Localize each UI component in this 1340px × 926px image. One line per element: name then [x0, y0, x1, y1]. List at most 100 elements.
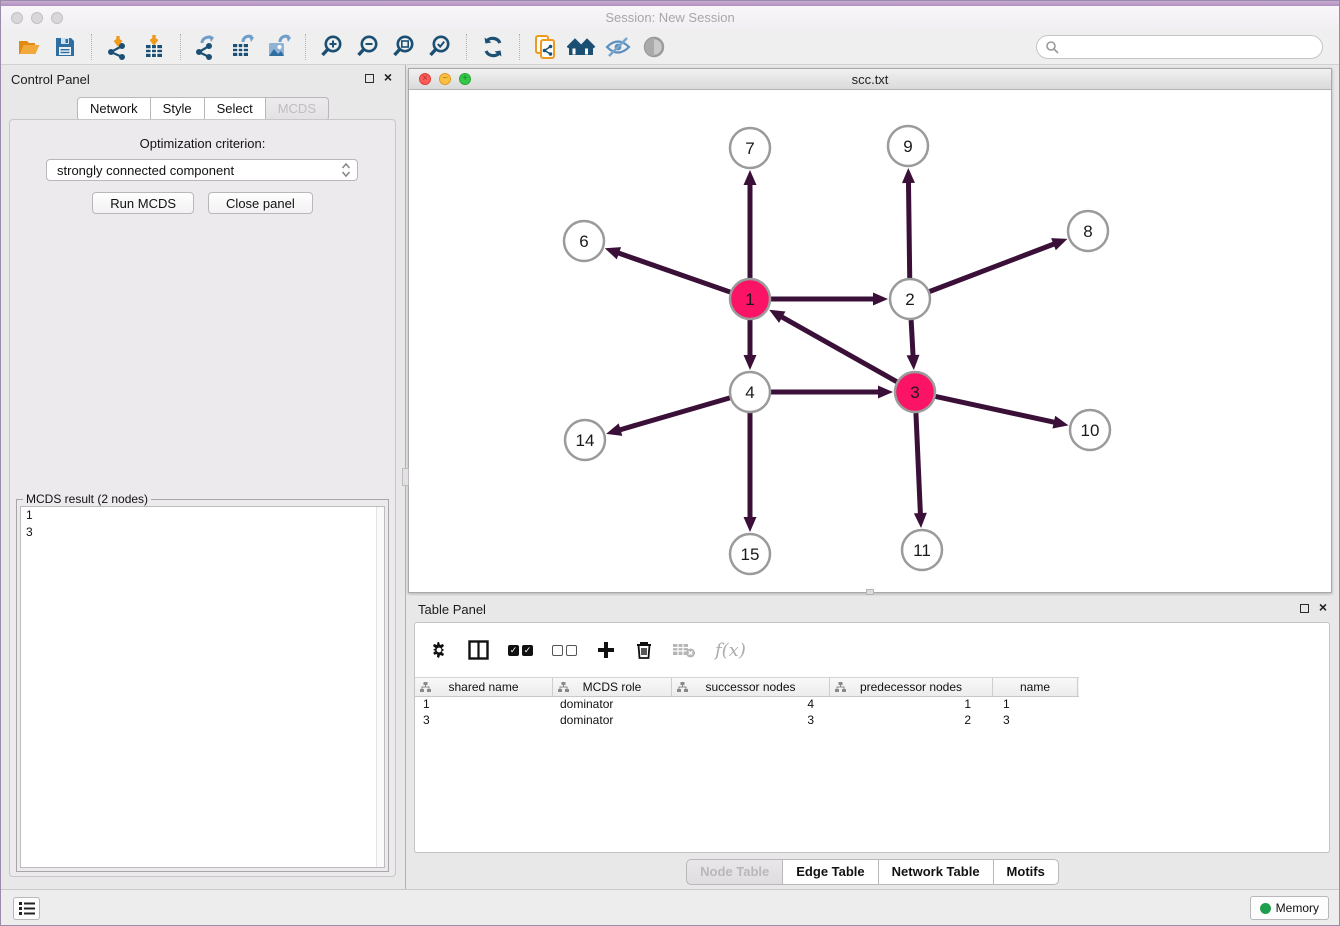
network-view-window[interactable]: scc.txt 7968124314101511 — [408, 68, 1332, 593]
graph-edge-arrow — [744, 355, 757, 370]
delete-row-icon[interactable] — [635, 637, 653, 663]
close-table-panel-icon[interactable]: × — [1319, 599, 1327, 615]
graph-edge-3-11[interactable] — [916, 413, 921, 515]
network-close-button[interactable] — [419, 73, 431, 85]
column-header-predecessor-nodes[interactable]: predecessor nodes — [830, 678, 993, 696]
tab-style[interactable]: Style — [151, 97, 205, 121]
cell-name[interactable]: 1 — [993, 697, 1078, 713]
open-file-icon[interactable] — [14, 32, 44, 62]
copy-network-icon[interactable] — [531, 32, 561, 62]
export-table-icon[interactable] — [228, 32, 258, 62]
tab-motifs[interactable]: Motifs — [994, 859, 1059, 885]
show-all-icon[interactable] — [639, 32, 669, 62]
close-window-button[interactable] — [11, 12, 23, 24]
graph-edge-4-14[interactable] — [619, 398, 730, 430]
main-titlebar: Session: New Session — [1, 6, 1339, 29]
search-field[interactable] — [1036, 35, 1323, 59]
toolbar-separator — [305, 34, 306, 60]
zoom-out-icon[interactable] — [353, 32, 383, 62]
graph-node-label: 3 — [910, 383, 919, 402]
list-icon — [19, 902, 35, 915]
close-panel-icon[interactable]: × — [384, 69, 392, 85]
column-header-successor-nodes[interactable]: successor nodes — [672, 678, 830, 696]
table-settings-icon[interactable] — [429, 637, 449, 663]
import-network-icon[interactable] — [103, 32, 133, 62]
select-all-icon[interactable]: ✓✓ — [508, 637, 533, 663]
graph-node-label: 8 — [1083, 222, 1092, 241]
cell-mcds-role[interactable]: dominator — [553, 697, 672, 713]
network-canvas[interactable]: 7968124314101511 — [409, 90, 1331, 592]
search-icon — [1045, 40, 1059, 54]
graph-edge-arrow — [1051, 238, 1067, 250]
cell-shared-name[interactable]: 1 — [415, 697, 553, 713]
network-splitter-handle[interactable] — [866, 589, 874, 595]
graph-node-label: 2 — [905, 290, 914, 309]
tab-select[interactable]: Select — [205, 97, 266, 121]
tab-network-table[interactable]: Network Table — [879, 859, 994, 885]
optimization-criterion-label: Optimization criterion: — [10, 136, 395, 151]
zoom-selected-icon[interactable] — [425, 32, 455, 62]
cell-successor-nodes[interactable]: 4 — [672, 697, 830, 713]
hide-selected-icon[interactable] — [603, 32, 633, 62]
close-panel-button[interactable]: Close panel — [208, 192, 313, 214]
graph-edge-1-6[interactable] — [617, 253, 730, 293]
table-panel: Table Panel × ✓✓ — [406, 596, 1339, 889]
table-panel-tabs: Node Table Edge Table Network Table Moti… — [406, 859, 1339, 885]
tab-edge-table[interactable]: Edge Table — [783, 859, 878, 885]
task-history-button[interactable] — [13, 897, 40, 920]
cell-shared-name[interactable]: 3 — [415, 713, 553, 729]
search-input[interactable] — [1064, 40, 1314, 54]
float-panel-icon[interactable] — [365, 74, 374, 83]
network-minimize-button[interactable] — [439, 73, 451, 85]
delete-table-icon[interactable] — [672, 637, 696, 663]
save-session-icon[interactable] — [50, 32, 80, 62]
export-network-icon[interactable] — [192, 32, 222, 62]
control-panel-title: Control Panel — [11, 72, 90, 87]
workspace-area: scc.txt 7968124314101511 Table Panel × — [406, 65, 1339, 889]
criterion-dropdown[interactable]: strongly connected component — [46, 159, 358, 181]
float-table-panel-icon[interactable] — [1300, 604, 1309, 613]
panel-splitter-handle[interactable] — [402, 468, 409, 486]
zoom-fit-icon[interactable] — [389, 32, 419, 62]
tab-network[interactable]: Network — [77, 97, 151, 121]
column-header-shared-name[interactable]: shared name — [415, 678, 553, 696]
cell-successor-nodes[interactable]: 3 — [672, 713, 830, 729]
minimize-window-button[interactable] — [31, 12, 43, 24]
network-maximize-button[interactable] — [459, 73, 471, 85]
node-table-container: ✓✓ f(x) — [414, 622, 1330, 853]
deselect-all-icon[interactable] — [552, 637, 577, 663]
memory-button[interactable]: Memory — [1250, 896, 1329, 920]
cell-mcds-role[interactable]: dominator — [553, 713, 672, 729]
zoom-in-icon[interactable] — [317, 32, 347, 62]
graph-edge-2-8[interactable] — [930, 243, 1056, 291]
network-window-titlebar[interactable]: scc.txt — [409, 69, 1331, 90]
graph-node-label: 14 — [576, 431, 595, 450]
cell-name[interactable]: 3 — [993, 713, 1078, 729]
first-neighbors-icon[interactable] — [567, 32, 597, 62]
column-header-mcds-role[interactable]: MCDS role — [553, 678, 672, 696]
tab-node-table[interactable]: Node Table — [686, 859, 783, 885]
graph-edge-arrow — [1052, 416, 1068, 429]
column-header-name[interactable]: name — [993, 678, 1078, 696]
result-scrollbar[interactable] — [376, 507, 384, 867]
cell-predecessor-nodes[interactable]: 2 — [830, 713, 993, 729]
table-row[interactable]: 3 dominator 3 2 3 — [415, 713, 1079, 729]
add-row-icon[interactable] — [596, 637, 616, 663]
import-table-icon[interactable] — [139, 32, 169, 62]
export-image-icon[interactable] — [264, 32, 294, 62]
split-panel-icon[interactable] — [468, 637, 489, 663]
mcds-result-textarea[interactable]: 1 3 — [20, 506, 385, 868]
zoom-window-button[interactable] — [51, 12, 63, 24]
graph-edge-2-9[interactable] — [908, 181, 909, 278]
table-row[interactable]: 1 dominator 4 1 1 — [415, 697, 1079, 713]
column-type-icon — [420, 682, 431, 692]
graph-edge-arrow — [606, 423, 622, 435]
tab-mcds[interactable]: MCDS — [266, 97, 329, 121]
function-builder-icon[interactable]: f(x) — [715, 637, 746, 663]
cell-predecessor-nodes[interactable]: 1 — [830, 697, 993, 713]
graph-edge-2-3[interactable] — [911, 320, 913, 357]
graph-edge-3-10[interactable] — [936, 396, 1056, 422]
refresh-icon[interactable] — [478, 32, 508, 62]
graph-edge-3-1[interactable] — [780, 316, 896, 382]
run-mcds-button[interactable]: Run MCDS — [92, 192, 194, 214]
